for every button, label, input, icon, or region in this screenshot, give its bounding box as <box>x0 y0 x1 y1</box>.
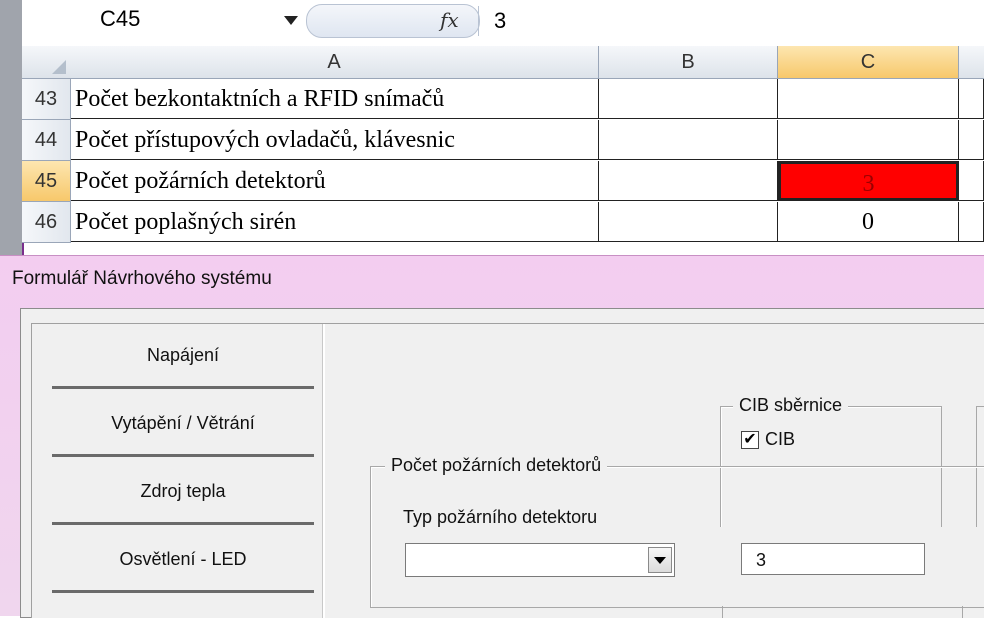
dialog-client-area: Napájení Vytápění / Větrání Zdroj tepla … <box>31 323 984 618</box>
spreadsheet-grid: A B C 43 Počet bezkontaktních a RFID sní… <box>22 46 984 255</box>
cell-d43[interactable] <box>959 79 984 119</box>
row-header-45[interactable]: 45 <box>22 161 71 202</box>
row-header-43[interactable]: 43 <box>22 79 71 120</box>
detector-group-legend: Počet požárních detektorů <box>385 455 608 476</box>
column-header-a[interactable]: A <box>70 46 599 79</box>
fire-detector-count-group: Počet požárních detektorů Typ požárního … <box>370 455 984 608</box>
column-header-b[interactable]: B <box>599 46 778 79</box>
cib-group-legend: CIB sběrnice <box>733 395 849 416</box>
cell-b46[interactable] <box>599 202 778 242</box>
column-header-c[interactable]: C <box>778 46 959 79</box>
cell-b44[interactable] <box>599 120 778 160</box>
cell-a46[interactable]: Počet poplašných sirén <box>71 202 599 242</box>
cell-c43[interactable] <box>778 79 959 119</box>
nav-button-zdroj-tepla[interactable]: Zdroj tepla <box>52 460 314 525</box>
group-edge-right <box>962 606 963 618</box>
detector-count-input[interactable]: 3 <box>741 543 925 575</box>
cell-d46[interactable] <box>959 202 984 242</box>
insert-function-icon[interactable]: fx <box>440 8 459 32</box>
name-box-dropdown-icon[interactable] <box>284 16 298 25</box>
cell-d44[interactable] <box>959 120 984 160</box>
cell-b45[interactable] <box>599 161 778 201</box>
dialog-body: Napájení Vytápění / Větrání Zdroj tepla … <box>20 308 984 618</box>
cell-a45[interactable]: Počet požárních detektorů <box>71 161 599 201</box>
name-box[interactable]: C45 <box>100 6 140 32</box>
dialog-title: Formulář Návrhového systému <box>12 268 272 289</box>
nav-divider <box>322 324 325 618</box>
cell-a44[interactable]: Počet přístupových ovladačů, klávesnic <box>71 120 599 160</box>
cib-checkbox-label[interactable]: CIB <box>765 429 795 450</box>
cell-b43[interactable] <box>599 79 778 119</box>
group-edge-left <box>722 606 723 618</box>
cell-c44[interactable] <box>778 120 959 160</box>
cell-d45[interactable] <box>959 161 984 201</box>
cell-c46[interactable]: 0 <box>778 202 959 242</box>
formula-separator <box>478 6 479 36</box>
dropdown-arrow-icon[interactable] <box>648 547 672 573</box>
detector-type-label: Typ požárního detektoru <box>403 507 598 527</box>
nav-button-napajeni[interactable]: Napájení <box>52 324 314 389</box>
row-header-44[interactable]: 44 <box>22 120 71 161</box>
nav-button-osvetleni-led[interactable]: Osvětlení - LED <box>52 528 314 593</box>
select-all-corner[interactable] <box>22 46 71 79</box>
detector-type-select[interactable] <box>405 543 675 577</box>
column-header-d-partial[interactable] <box>959 46 984 79</box>
cell-a43[interactable]: Počet bezkontaktních a RFID snímačů <box>71 79 599 119</box>
row-header-46[interactable]: 46 <box>22 202 71 243</box>
cib-checkbox[interactable]: ✔ <box>741 431 759 449</box>
cell-c45-selected[interactable]: 3 <box>778 161 959 201</box>
formula-input[interactable]: 3 <box>494 8 506 34</box>
nav-button-vytapeni-vetrani[interactable]: Vytápění / Větrání <box>52 392 314 457</box>
form-dialog: Formulář Návrhového systému Napájení Vyt… <box>0 255 984 618</box>
